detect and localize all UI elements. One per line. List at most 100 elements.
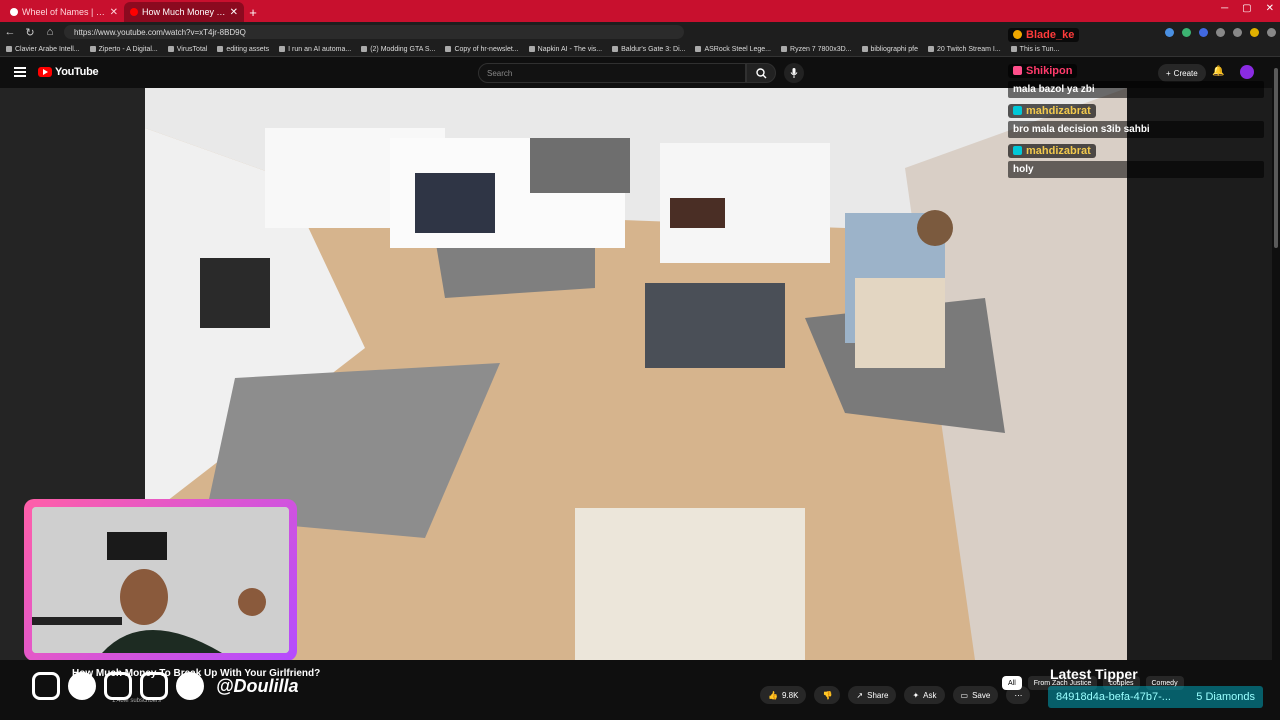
hamburger-menu-icon[interactable] [14, 67, 26, 77]
bookmark[interactable]: I run an AI automa... [279, 46, 351, 53]
chat-username: mahdizabrat [1008, 143, 1096, 158]
close-tab-icon[interactable]: ✕ [110, 7, 118, 18]
stream-chat-overlay: Blade_ke Shikipon mala bazol ya zbi mahd… [1008, 26, 1264, 182]
back-icon[interactable]: ← [4, 26, 16, 38]
bookmark[interactable]: (2) Modding GTA S... [361, 46, 435, 53]
bookmark-icon [6, 46, 12, 52]
webcam-scene [32, 507, 289, 653]
chip-all[interactable]: All [1002, 676, 1022, 690]
url-field[interactable]: https://www.youtube.com/watch?v=xT4jr-8B… [64, 25, 684, 39]
youtube-icon [140, 672, 168, 700]
chat-badge-icon [1013, 30, 1022, 39]
bookmark-icon [361, 46, 368, 52]
video-info-area: How Much Money To Break Up With Your Gir… [0, 660, 1272, 720]
bookmark-icon [445, 46, 452, 52]
streamer-handle: @Doulilla [216, 675, 299, 696]
bookmark-icon [612, 46, 619, 52]
tab-title: Wheel of Names | Random name picker [22, 7, 106, 17]
close-tab-icon[interactable]: ✕ [230, 7, 238, 18]
more-icon: ⋯ [1014, 690, 1023, 700]
bookmark-icon [927, 46, 934, 52]
bookmark-icon [695, 46, 702, 52]
maximize-icon[interactable]: ▢ [1242, 3, 1251, 14]
video-actions: 👍 9.8K 👎 ↗ Share ✦ Ask ▭ Save ⋯ [760, 686, 1031, 704]
save-button[interactable]: ▭ Save [952, 686, 999, 704]
new-tab-button[interactable]: + [244, 2, 262, 22]
dislike-button[interactable]: 👎 [814, 686, 841, 704]
browser-tab-bar: Wheel of Names | Random name picker ✕ Ho… [0, 0, 1280, 22]
chat-message: Blade_ke [1008, 26, 1264, 44]
search-input[interactable]: Search [478, 63, 746, 83]
bookmark[interactable]: Ryzen 7 7800x3D... [781, 46, 852, 53]
bookmark[interactable]: Ziperto - A Digital... [89, 46, 158, 53]
tab-youtube-video[interactable]: How Much Money To Break Up With Your Gir… [124, 2, 244, 22]
ask-button[interactable]: ✦ Ask [904, 686, 945, 704]
bookmark-icon [89, 46, 96, 52]
voice-search-button[interactable] [784, 63, 804, 83]
youtube-logo[interactable]: YouTube [38, 66, 99, 78]
bookmark-icon [279, 46, 286, 52]
page-scrollbar[interactable] [1272, 58, 1280, 720]
bookmark[interactable]: ASRock Steel Lege... [695, 46, 771, 53]
chat-message: mahdizabrat holy [1008, 142, 1264, 178]
chat-username: mahdizabrat [1008, 103, 1096, 118]
chat-username: Shikipon [1008, 63, 1078, 78]
tab-title: How Much Money To Break Up With Your Gir… [142, 7, 226, 17]
webcam-overlay [24, 499, 297, 661]
search-icon [755, 67, 766, 78]
tab-wheel-of-names[interactable]: Wheel of Names | Random name picker ✕ [4, 2, 124, 22]
microphone-icon [790, 68, 798, 78]
folder-icon [861, 46, 868, 52]
tipper-amount: 5 Diamonds [1196, 691, 1255, 703]
instagram-icon [32, 672, 60, 700]
bookmark[interactable]: bibliographi pfe [861, 46, 918, 53]
chat-username: Blade_ke [1008, 27, 1080, 42]
favicon-icon [10, 8, 18, 16]
sparkle-icon: ✦ [912, 690, 920, 700]
webcam-feed [32, 507, 289, 653]
window-controls: ─ ▢ ✕ [1221, 3, 1274, 14]
reload-icon[interactable]: ↻ [24, 26, 36, 39]
chat-message: mahdizabrat bro mala decision s3ib sahbi [1008, 102, 1264, 138]
bookmark[interactable]: Napkin AI - The vis... [528, 46, 602, 53]
chat-badge-icon [1013, 146, 1022, 155]
like-button[interactable]: 👍 9.8K [760, 686, 807, 704]
bookmark-icon: ▭ [960, 690, 969, 700]
close-window-icon[interactable]: ✕ [1266, 3, 1274, 14]
home-icon[interactable]: ⌂ [44, 26, 56, 38]
youtube-play-icon [38, 67, 52, 77]
kebab-menu-icon[interactable] [1267, 27, 1276, 37]
latest-tipper-title: Latest Tipper [1050, 666, 1138, 682]
bookmark[interactable]: editing assets [217, 46, 269, 53]
bookmark[interactable]: Clavier Arabe Intell... [6, 46, 80, 53]
bookmark-icon [528, 46, 535, 52]
twitter-icon [176, 672, 204, 700]
bookmark[interactable]: Baldur's Gate 3: Di... [612, 46, 685, 53]
bookmark[interactable]: VirusTotal [167, 46, 207, 53]
chat-text: mala bazol ya zbi [1008, 81, 1264, 98]
social-handle-overlay: @Doulilla [32, 672, 299, 700]
chat-message: Shikipon mala bazol ya zbi [1008, 62, 1264, 98]
kick-icon [104, 672, 132, 700]
chat-text: bro mala decision s3ib sahbi [1008, 121, 1264, 138]
chat-badge-icon [1013, 106, 1022, 115]
bookmark[interactable]: 20 Twitch Stream I... [927, 46, 1001, 53]
bookmark[interactable]: Copy of hr-newslet... [445, 46, 519, 53]
thumbs-down-icon: 👎 [822, 690, 833, 700]
share-icon: ↗ [856, 690, 864, 700]
latest-tipper-box: 84918d4a-befa-47b7-... 5 Diamonds [1048, 686, 1263, 708]
tiktok-icon [68, 672, 96, 700]
scrollbar-thumb[interactable] [1274, 68, 1278, 248]
thumbs-up-icon: 👍 [768, 690, 778, 700]
tipper-id: 84918d4a-befa-47b7-... [1056, 691, 1171, 703]
minimize-icon[interactable]: ─ [1221, 3, 1228, 14]
chat-badge-icon [1013, 66, 1022, 75]
share-button[interactable]: ↗ Share [848, 686, 897, 704]
logo-text: YouTube [55, 66, 99, 78]
folder-icon [217, 46, 224, 52]
search-button[interactable] [746, 63, 776, 83]
bookmark-icon [781, 46, 788, 52]
youtube-favicon-icon [130, 8, 138, 16]
bookmark-icon [167, 46, 174, 52]
chat-text: holy [1008, 161, 1264, 178]
